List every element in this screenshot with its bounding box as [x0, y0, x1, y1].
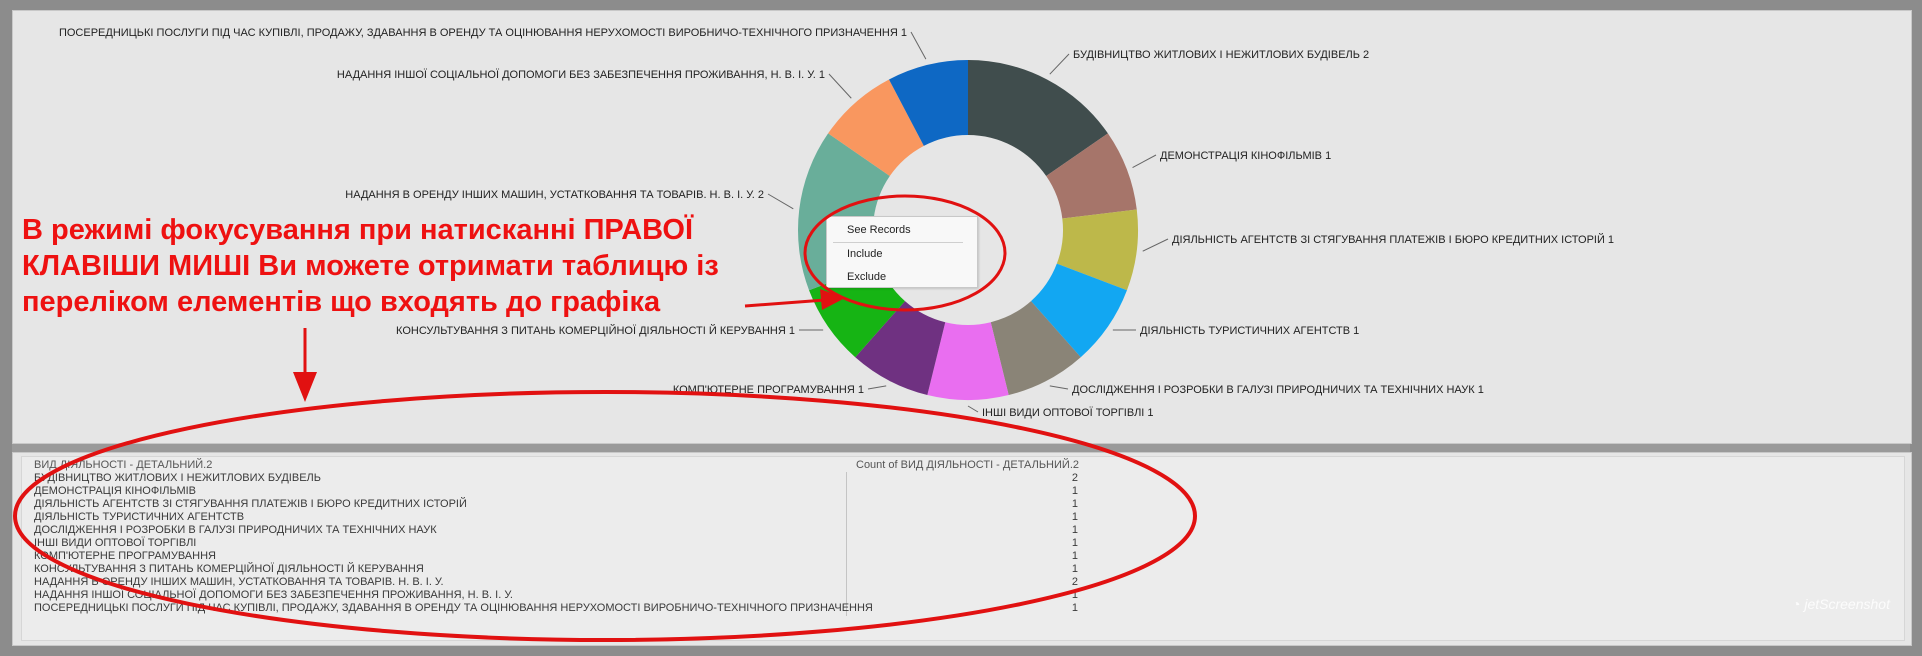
watermark-icon: ◔	[1792, 596, 1805, 612]
watermark-text: jetScreenshot	[1804, 596, 1890, 612]
watermark-logo: ◔ jetScreenshot	[1792, 596, 1890, 612]
annotation-arrow-down-head	[293, 372, 317, 402]
annotation-arrow-shaft	[744, 298, 826, 308]
annotation-marks	[13, 194, 1197, 642]
highlight-ellipse-table	[13, 390, 1197, 642]
highlight-ellipse-menu	[803, 194, 1007, 312]
